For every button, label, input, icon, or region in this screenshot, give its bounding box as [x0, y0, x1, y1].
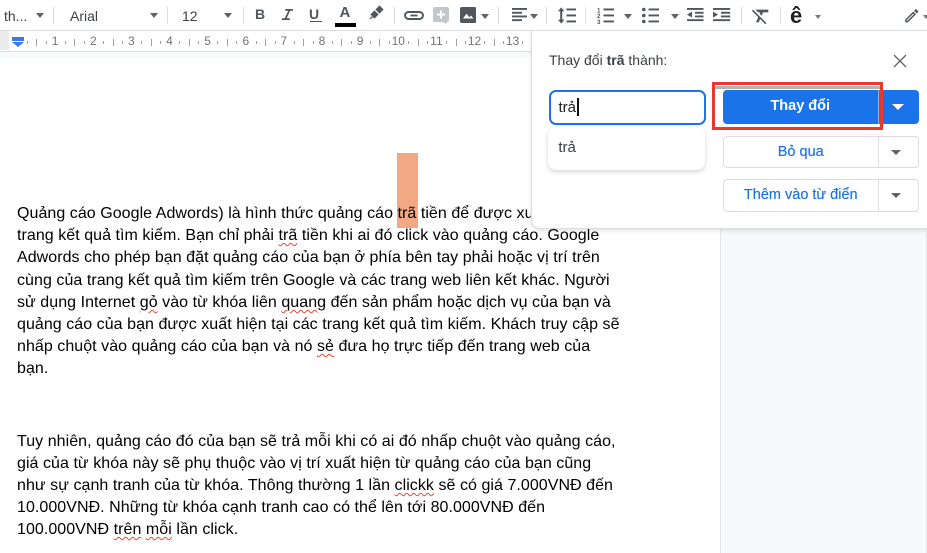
svg-text:3: 3 [597, 19, 601, 24]
